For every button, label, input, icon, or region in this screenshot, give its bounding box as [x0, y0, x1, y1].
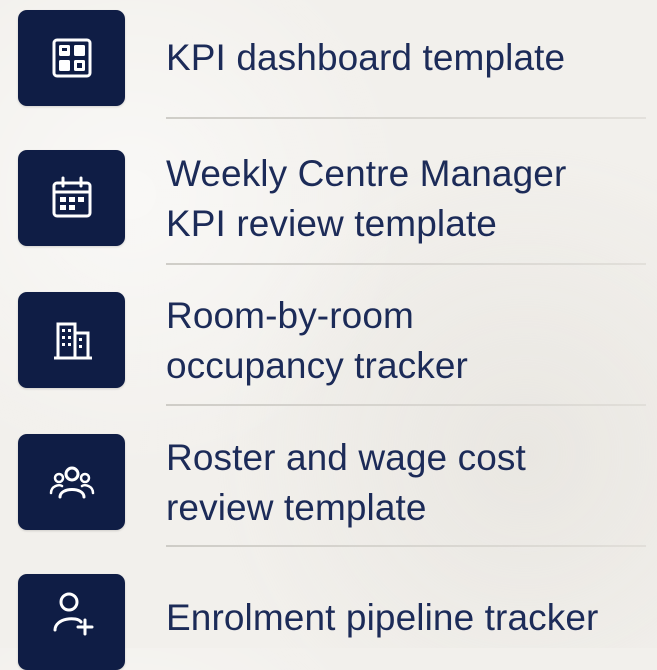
template-list: KPI dashboard template Weekly Centre Man… — [0, 0, 657, 670]
item-label-line-2: review template — [166, 487, 427, 528]
item-label: Enrolment pipeline tracker — [166, 597, 599, 638]
item-label-line-2: occupancy tracker — [166, 345, 468, 386]
building-icon — [53, 322, 92, 360]
add-user-icon — [53, 592, 93, 636]
calendar-icon — [52, 176, 91, 218]
divider — [166, 404, 646, 406]
team-icon — [49, 466, 94, 499]
item-label-line-1: Room-by-room — [166, 295, 414, 336]
icon-tile — [18, 574, 125, 670]
list-item-weekly-kpi-review[interactable]: Weekly Centre Manager KPI review templat… — [0, 150, 657, 248]
divider — [166, 545, 646, 547]
item-label-line-1: Weekly Centre Manager — [166, 153, 567, 194]
icon-tile — [18, 10, 125, 106]
item-label: KPI dashboard template — [166, 37, 566, 78]
icon-tile — [18, 150, 125, 246]
list-item-room-occupancy[interactable]: Room-by-room occupancy tracker — [0, 292, 657, 390]
list-item-kpi-dashboard[interactable]: KPI dashboard template — [0, 10, 657, 108]
icon-tile — [18, 292, 125, 388]
icon-tile — [18, 434, 125, 530]
list-item-roster-wage-review[interactable]: Roster and wage cost review template — [0, 434, 657, 532]
list-item-enrolment-pipeline[interactable]: Enrolment pipeline tracker — [0, 574, 657, 670]
item-label-line-2: KPI review template — [166, 203, 497, 244]
dashboard-grid-icon — [52, 38, 91, 78]
item-label-line-1: Roster and wage cost — [166, 437, 526, 478]
divider — [166, 117, 646, 119]
divider — [166, 263, 646, 265]
